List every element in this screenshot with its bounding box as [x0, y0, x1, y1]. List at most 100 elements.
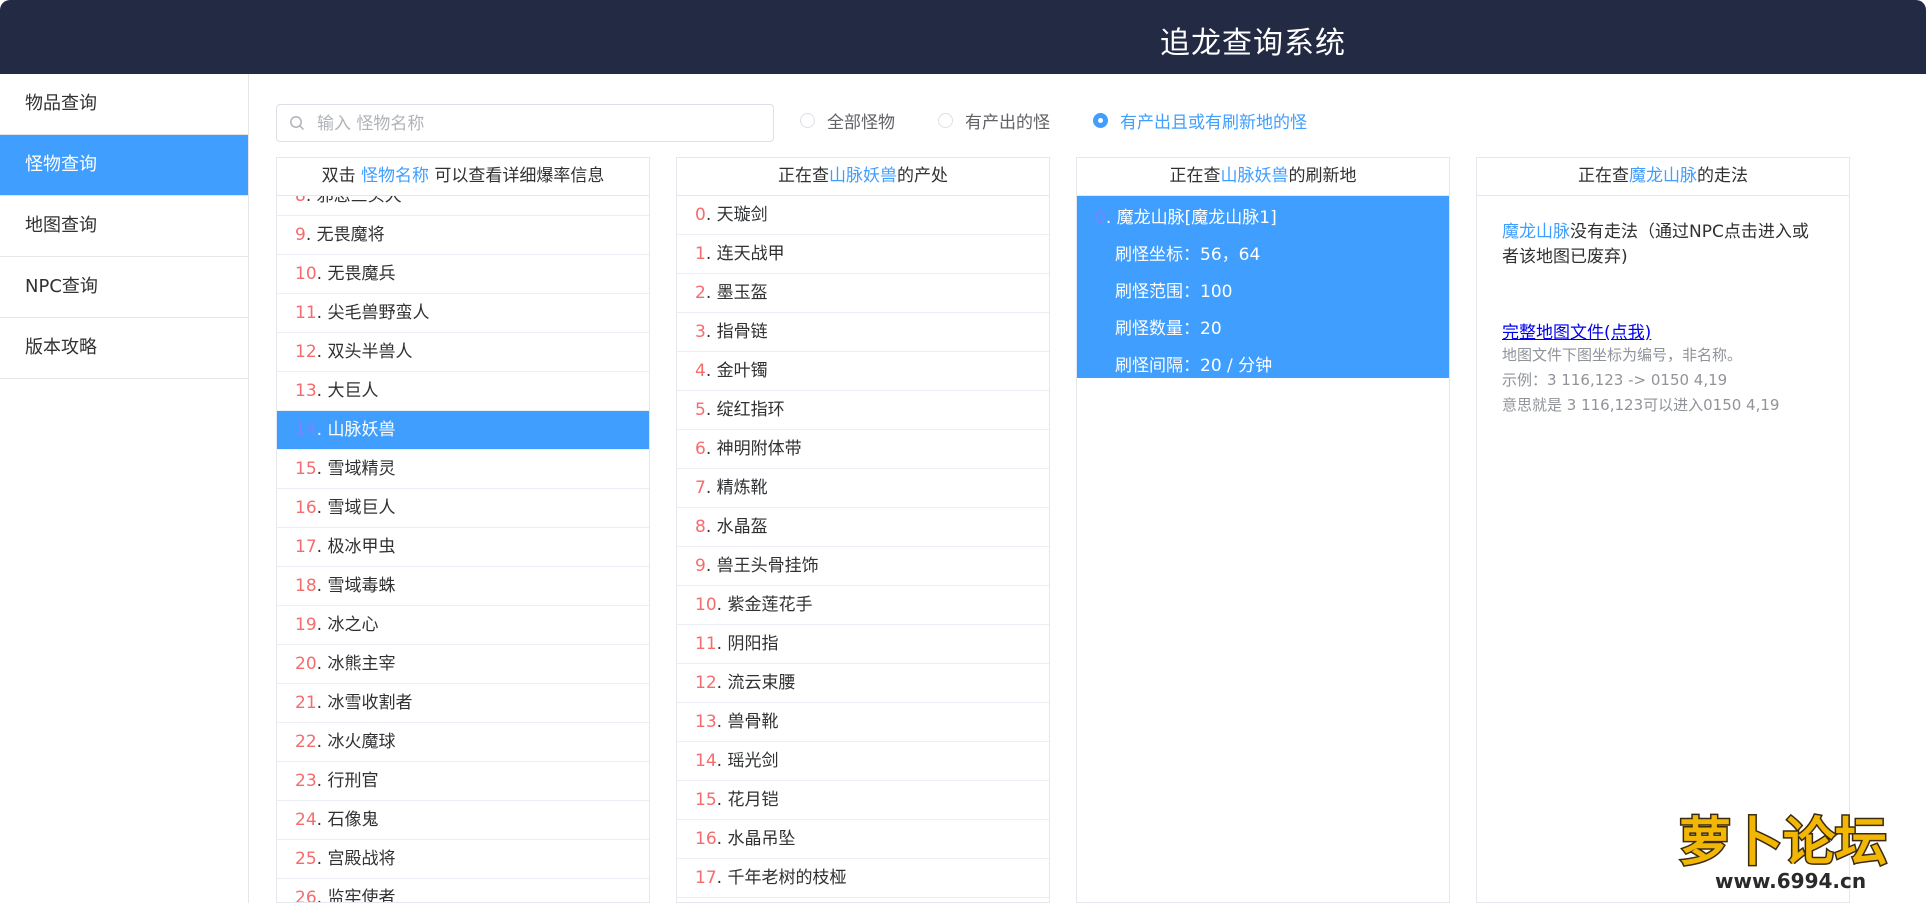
filter-monsters-with-drops-or-spawns[interactable]: 有产出且或有刷新地的怪	[1093, 108, 1307, 133]
monster-row[interactable]: 15. 雪域精灵	[277, 450, 649, 489]
header-text: 的产处	[897, 166, 948, 186]
monster-row[interactable]: 10. 无畏魔兵	[277, 255, 649, 294]
drop-row[interactable]: 3. 指骨链	[677, 313, 1049, 352]
row-index: 9	[695, 556, 706, 576]
monster-row[interactable]: 9. 无畏魔将	[277, 216, 649, 255]
row-index: 2	[695, 283, 706, 303]
header-text: 正在查	[778, 166, 829, 186]
route-hint-1: 地图文件下图坐标为编号，非名称。	[1502, 346, 1743, 364]
item-name: 天璇剑	[716, 205, 768, 225]
drop-row[interactable]: 11. 阴阳指	[677, 625, 1049, 664]
drop-row[interactable]: 1. 连天战甲	[677, 235, 1049, 274]
monster-row[interactable]: 21. 冰雪收割者	[277, 684, 649, 723]
monster-name: 极冰甲虫	[327, 537, 396, 557]
header-text: 可以查看详细爆率信息	[429, 166, 605, 186]
filter-monsters-with-drops[interactable]: 有产出的怪	[938, 108, 1050, 133]
route-note: 魔龙山脉没有走法（通过NPC点击进入或者该地图已废弃)	[1502, 220, 1824, 270]
row-index: 21	[295, 693, 317, 713]
monster-row[interactable]: 26. 监牢使者	[277, 879, 649, 903]
monster-row[interactable]: 19. 冰之心	[277, 606, 649, 645]
row-index: 12	[295, 342, 317, 362]
monster-row[interactable]: 25. 宫殿战将	[277, 840, 649, 879]
monster-row[interactable]: 8. 邪恶三头犬	[277, 196, 649, 216]
radio-circle	[938, 112, 953, 128]
sidebar-item-npc[interactable]: NPC查询	[0, 257, 248, 318]
drop-list: 0. 天璇剑 1. 连天战甲 2. 墨玉盔 3. 指骨链 4. 金叶镯 5. 绽红指环 6.…	[677, 196, 1049, 902]
drop-row[interactable]: 2. 墨玉盔	[677, 274, 1049, 313]
row-index: 14	[295, 420, 317, 440]
drop-row[interactable]: 16. 水晶吊坠	[677, 820, 1049, 859]
monster-row[interactable]: 20. 冰熊主宰	[277, 645, 649, 684]
drop-row[interactable]: 18. 绿宝石戒	[677, 898, 1049, 902]
row-index: 15	[295, 459, 317, 479]
header-text: 的走法	[1697, 166, 1748, 186]
row-index: 25	[295, 849, 317, 869]
route-hint-2: 示例：3 116,123 -> 0150 4,19	[1502, 371, 1728, 389]
monster-row[interactable]: 18. 雪域毒蛛	[277, 567, 649, 606]
header-highlight: 山脉妖兽	[829, 166, 897, 186]
drop-row[interactable]: 15. 花月铠	[677, 781, 1049, 820]
monster-name: 尖毛兽野蛮人	[327, 303, 430, 323]
row-index: 11	[295, 303, 317, 323]
drop-row[interactable]: 4. 金叶镯	[677, 352, 1049, 391]
drop-row[interactable]: 14. 瑶光剑	[677, 742, 1049, 781]
monster-name: 冰熊主宰	[327, 654, 396, 674]
route-body: 魔龙山脉没有走法（通过NPC点击进入或者该地图已废弃) 完整地图文件(点我) 地…	[1477, 196, 1849, 418]
monster-search-input[interactable]	[315, 105, 759, 143]
spawn-map-name: 魔龙山脉[魔龙山脉1]	[1116, 208, 1277, 228]
drop-row[interactable]: 17. 千年老树的枝桠	[677, 859, 1049, 898]
row-index: 7	[695, 478, 706, 498]
radio-circle-checked	[1093, 112, 1108, 128]
route-panel: 正在查魔龙山脉的走法 魔龙山脉没有走法（通过NPC点击进入或者该地图已废弃) 完…	[1476, 157, 1850, 903]
monster-list-viewport[interactable]: 8. 邪恶三头犬 9. 无畏魔将 10. 无畏魔兵 11. 尖毛兽野蛮人 12. 双头半…	[277, 196, 649, 903]
item-name: 金叶镯	[716, 361, 768, 381]
sidebar-item-items[interactable]: 物品查询	[0, 74, 248, 135]
row-index: 19	[295, 615, 317, 635]
forum-watermark-logo: 萝卜论坛 www.6994.cn	[1675, 800, 1915, 896]
drop-row[interactable]: 10. 紫金莲花手	[677, 586, 1049, 625]
drop-row[interactable]: 0. 天璇剑	[677, 196, 1049, 235]
drop-row[interactable]: 13. 兽骨靴	[677, 703, 1049, 742]
monster-name: 山脉妖兽	[327, 420, 396, 440]
monster-row[interactable]: 24. 石像鬼	[277, 801, 649, 840]
spawn-entry[interactable]: 0. 魔龙山脉[魔龙山脉1] 刷怪坐标：56，64 刷怪范围：100 刷怪数量：…	[1077, 196, 1449, 378]
monster-row[interactable]: 12. 双头半兽人	[277, 333, 649, 372]
monster-name: 大巨人	[327, 381, 379, 401]
row-index: 16	[695, 829, 717, 849]
radio-label: 有产出且或有刷新地的怪	[1120, 112, 1307, 133]
monster-row[interactable]: 13. 大巨人	[277, 372, 649, 411]
monster-row[interactable]: 16. 雪域巨人	[277, 489, 649, 528]
item-name: 墨玉盔	[716, 283, 768, 303]
row-index: 22	[295, 732, 317, 752]
monster-name: 冰火魔球	[327, 732, 396, 752]
sidebar-item-maps[interactable]: 地图查询	[0, 196, 248, 257]
monster-row[interactable]: 22. 冰火魔球	[277, 723, 649, 762]
row-index: 1	[695, 244, 706, 264]
sidebar-item-monsters[interactable]: 怪物查询	[0, 135, 248, 196]
drop-row[interactable]: 5. 绽红指环	[677, 391, 1049, 430]
spawn-map-title: 0. 魔龙山脉[魔龙山脉1]	[1095, 208, 1277, 228]
radio-circle	[800, 112, 815, 128]
row-index: 17	[695, 868, 717, 888]
full-map-file-link[interactable]: 完整地图文件(点我)	[1502, 318, 1651, 343]
monster-row[interactable]: 23. 行刑官	[277, 762, 649, 801]
item-name: 瑶光剑	[727, 751, 779, 771]
header-text: 双击	[321, 166, 361, 186]
row-index: 26	[295, 888, 317, 903]
drop-row[interactable]: 8. 水晶盔	[677, 508, 1049, 547]
monster-list: 8. 邪恶三头犬 9. 无畏魔将 10. 无畏魔兵 11. 尖毛兽野蛮人 12. 双头半…	[277, 196, 649, 903]
drop-row[interactable]: 12. 流云束腰	[677, 664, 1049, 703]
row-index: 13	[295, 381, 317, 401]
sidebar-item-guide[interactable]: 版本攻略	[0, 318, 248, 379]
drop-row[interactable]: 6. 神明附体带	[677, 430, 1049, 469]
row-index: 11	[695, 634, 717, 654]
monster-row[interactable]: 14. 山脉妖兽	[277, 411, 649, 450]
drop-row[interactable]: 9. 兽王头骨挂饰	[677, 547, 1049, 586]
monster-row[interactable]: 11. 尖毛兽野蛮人	[277, 294, 649, 333]
monster-name: 冰雪收割者	[327, 693, 413, 713]
drop-row[interactable]: 7. 精炼靴	[677, 469, 1049, 508]
filter-all-monsters[interactable]: 全部怪物	[800, 108, 895, 133]
row-index: 15	[695, 790, 717, 810]
svg-text:萝卜论坛: 萝卜论坛	[1679, 813, 1887, 873]
monster-row[interactable]: 17. 极冰甲虫	[277, 528, 649, 567]
